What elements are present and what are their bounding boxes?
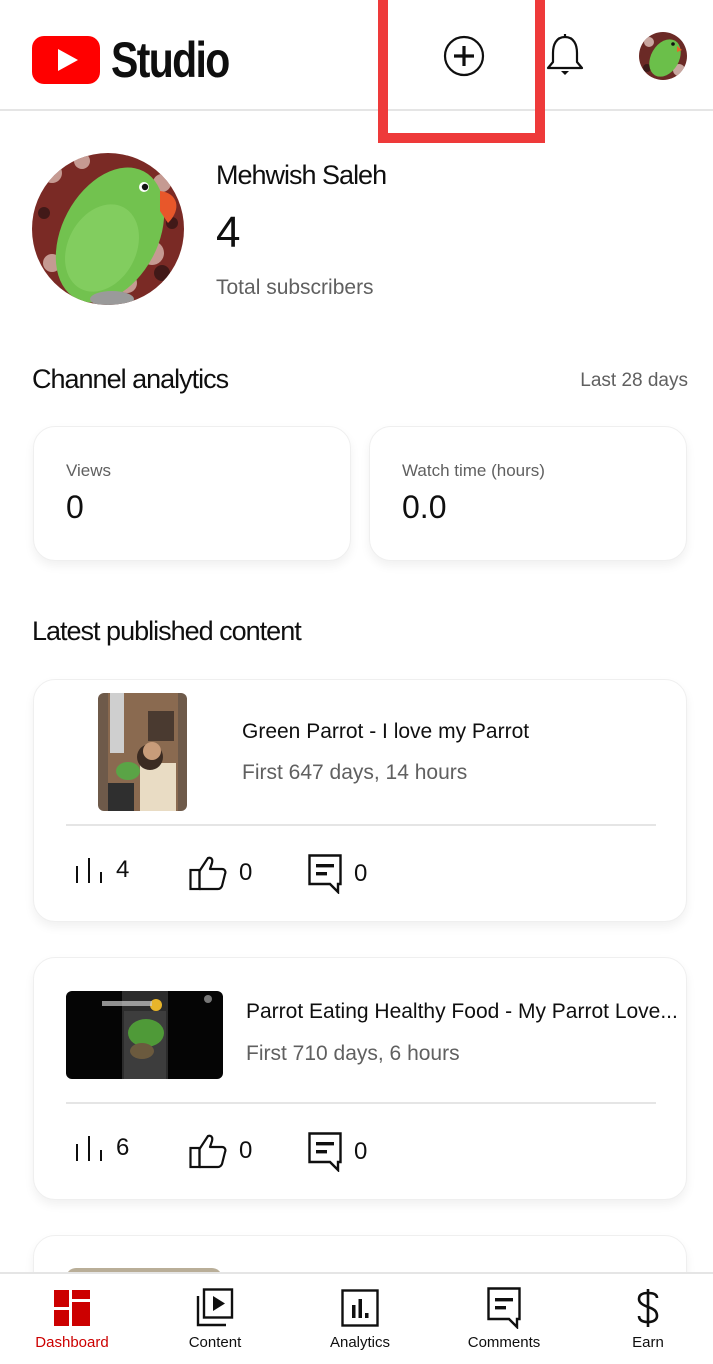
- video-title[interactable]: Parrot Eating Healthy Food - My Parrot L…: [246, 1000, 678, 1024]
- nav-label: Content: [188, 1334, 242, 1351]
- comments-stat: 0: [308, 1132, 367, 1172]
- comments-stat: 0: [308, 854, 367, 894]
- dashboard-icon: [54, 1290, 90, 1326]
- video-thumbnail[interactable]: [66, 991, 223, 1079]
- views-stat: 4: [74, 856, 129, 884]
- views-metric-card[interactable]: Views 0: [33, 426, 351, 561]
- bar-chart-icon: [76, 858, 102, 883]
- nav-label: Analytics: [329, 1334, 391, 1351]
- latest-content-heading: Latest published content: [32, 616, 302, 646]
- nav-label: Dashboard: [35, 1334, 109, 1351]
- nav-content[interactable]: Content: [144, 1274, 286, 1364]
- comments-icon: [487, 1287, 521, 1329]
- views-stat: 6: [74, 1134, 129, 1162]
- comment-icon: [308, 1132, 342, 1172]
- watch-time-metric-card[interactable]: Watch time (hours) 0.0: [369, 426, 687, 561]
- notifications-button[interactable]: [545, 33, 585, 77]
- bell-icon: [546, 34, 584, 75]
- likes-stat: 0: [189, 855, 252, 891]
- video-period: First 710 days, 6 hours: [246, 1042, 460, 1065]
- metric-value: 0: [66, 489, 84, 525]
- channel-avatar[interactable]: [32, 153, 184, 305]
- video-thumbnail-image: [66, 991, 223, 1079]
- bar-chart-icon: [76, 1136, 102, 1161]
- video-period: First 647 days, 14 hours: [242, 761, 468, 784]
- top-app-bar: Studio: [0, 0, 713, 111]
- likes-stat: 0: [189, 1133, 252, 1169]
- analytics-icon: [341, 1289, 379, 1327]
- video-card[interactable]: Parrot Eating Healthy Food - My Parrot L…: [33, 957, 687, 1200]
- app-title: Studio: [111, 32, 230, 88]
- nav-dashboard[interactable]: Dashboard: [1, 1274, 143, 1364]
- views-count: 6: [116, 1134, 130, 1161]
- comments-count: 0: [354, 860, 368, 887]
- video-thumbnail-image: [98, 693, 187, 811]
- nav-label: Earn: [632, 1334, 664, 1351]
- views-count: 4: [116, 856, 130, 883]
- video-card[interactable]: Green Parrot - I love my Parrot First 64…: [33, 679, 687, 922]
- metric-value: 0.0: [402, 489, 447, 525]
- analytics-period: Last 28 days: [580, 370, 688, 391]
- content-icon: [196, 1288, 234, 1327]
- metric-label: Views: [66, 461, 112, 480]
- subscriber-count: 4: [216, 208, 241, 257]
- nav-comments[interactable]: Comments: [433, 1274, 575, 1364]
- subscriber-label: Total subscribers: [216, 276, 374, 299]
- comment-icon: [308, 854, 342, 894]
- channel-name: Mehwish Saleh: [216, 160, 387, 190]
- parrot-profile-image: [32, 153, 184, 305]
- account-avatar[interactable]: [639, 32, 687, 80]
- thumbs-up-icon: [189, 856, 227, 891]
- metric-label: Watch time (hours): [402, 461, 545, 480]
- bottom-navigation: Dashboard Content Analytics Comments Ear…: [0, 1272, 713, 1364]
- card-divider: [66, 824, 656, 826]
- nav-analytics[interactable]: Analytics: [289, 1274, 431, 1364]
- comments-count: 0: [354, 1138, 368, 1165]
- nav-label: Comments: [467, 1334, 541, 1351]
- likes-count: 0: [239, 1137, 253, 1164]
- youtube-studio-logo[interactable]: Studio: [32, 31, 255, 89]
- thumbs-up-icon: [189, 1134, 227, 1169]
- video-thumbnail[interactable]: [98, 693, 187, 811]
- card-divider: [66, 1102, 656, 1104]
- likes-count: 0: [239, 859, 253, 886]
- youtube-play-icon: [32, 36, 100, 84]
- create-button[interactable]: [443, 35, 485, 77]
- nav-earn[interactable]: Earn: [577, 1274, 713, 1364]
- video-title[interactable]: Green Parrot - I love my Parrot: [242, 720, 529, 744]
- plus-circle-icon: [443, 35, 485, 77]
- parrot-avatar-image: [639, 32, 687, 80]
- dollar-icon: [637, 1289, 659, 1327]
- channel-analytics-heading: Channel analytics: [32, 364, 229, 394]
